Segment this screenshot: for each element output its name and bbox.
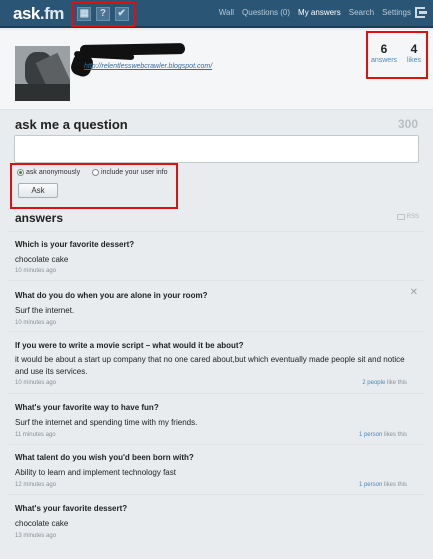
question-text[interactable]: Which is your favorite dessert? [15,240,134,249]
timestamp[interactable]: 13 minutes ago [15,533,56,539]
timestamp[interactable]: 11 minutes ago [15,432,56,438]
option-userinfo-label: include your user info [101,169,168,176]
close-icon[interactable]: ✕ [410,287,418,298]
likes-label: likes [406,57,421,64]
answer-text: chocolate cake [15,255,69,264]
nav-questions[interactable]: Questions (0) [242,8,290,17]
grid-icon[interactable]: ▦ [77,7,92,21]
nav-search[interactable]: Search [349,8,374,17]
likes-people[interactable]: 1 person [359,482,382,488]
profile-header: http://relentlesswebcrawler.blogspot.com… [0,30,433,110]
question-text[interactable]: If you were to write a movie script – wh… [15,341,243,350]
ask-options-box: ask anonymously include your user info A… [10,163,178,209]
question-input[interactable] [14,135,419,163]
nav-wall[interactable]: Wall [219,8,234,17]
nav-settings[interactable]: Settings [382,8,411,17]
option-anonymous[interactable]: ask anonymously [17,169,80,176]
question-text[interactable]: What talent do you wish you'd been born … [15,453,194,462]
nav-my-answers[interactable]: My answers [298,8,341,17]
radio-userinfo-icon[interactable] [92,169,99,176]
check-icon[interactable]: ✔ [114,7,129,21]
timestamp[interactable]: 12 minutes ago [15,482,56,488]
answers-title: answers [15,211,64,225]
answer-text: chocolate cake [15,519,69,528]
likes-suffix: likes this [382,432,407,438]
logout-icon[interactable] [415,7,427,18]
likes-info[interactable]: 1 person likes this [359,482,407,488]
question-text[interactable]: What's your favorite way to have fun? [15,403,159,412]
stats-box: 6 answers 4 likes [366,31,428,79]
redacted-username [79,43,186,56]
option-anonymous-label: ask anonymously [26,169,81,176]
top-bar: ask.fm ▦ ? ✔ Wall Questions (0) My answe… [0,0,433,28]
radio-anonymous-icon[interactable] [17,169,24,176]
answers-stat[interactable]: 6 answers [370,42,398,64]
ask-button[interactable]: Ask [18,183,58,198]
likes-suffix: like this [385,380,407,386]
likes-count: 4 [410,42,418,56]
top-nav: Wall Questions (0) My answers Search Set… [219,8,411,17]
likes-info[interactable]: 1 person likes this [359,432,407,438]
question-icon[interactable]: ? [95,7,110,21]
answer-text: Surf the internet. [15,306,75,315]
question-text[interactable]: What do you do when you are alone in you… [15,291,207,300]
answer-text: it would be about a start up company tha… [15,355,405,376]
answer-text: Ability to learn and implement technolog… [15,468,176,477]
rss-label: RSS [406,214,419,220]
timestamp[interactable]: 10 minutes ago [15,320,56,326]
rss-link[interactable]: RSS [396,214,419,220]
timestamp[interactable]: 10 minutes ago [15,268,56,274]
blog-link[interactable]: http://relentlesswebcrawler.blogspot.com… [84,63,212,70]
answers-label: answers [370,57,398,64]
ask-title: ask me a question [15,117,128,132]
question-text[interactable]: What's your favorite dessert? [15,504,127,513]
likes-stat[interactable]: 4 likes [400,42,428,64]
top-icon-group: ▦ ? ✔ [71,1,135,27]
option-userinfo[interactable]: include your user info [92,169,168,176]
timestamp[interactable]: 10 minutes ago [15,380,56,386]
char-counter: 300 [397,117,418,131]
likes-people[interactable]: 1 person [359,432,382,438]
likes-people[interactable]: 2 people [362,380,385,386]
askfm-logo[interactable]: ask.fm [13,4,64,24]
rss-icon [396,214,405,220]
likes-suffix: likes this [382,482,407,488]
answer-text: Surf the internet and spending time with… [15,418,198,427]
answers-count: 6 [380,42,388,56]
avatar[interactable] [15,46,70,101]
likes-info[interactable]: 2 people like this [362,380,407,386]
